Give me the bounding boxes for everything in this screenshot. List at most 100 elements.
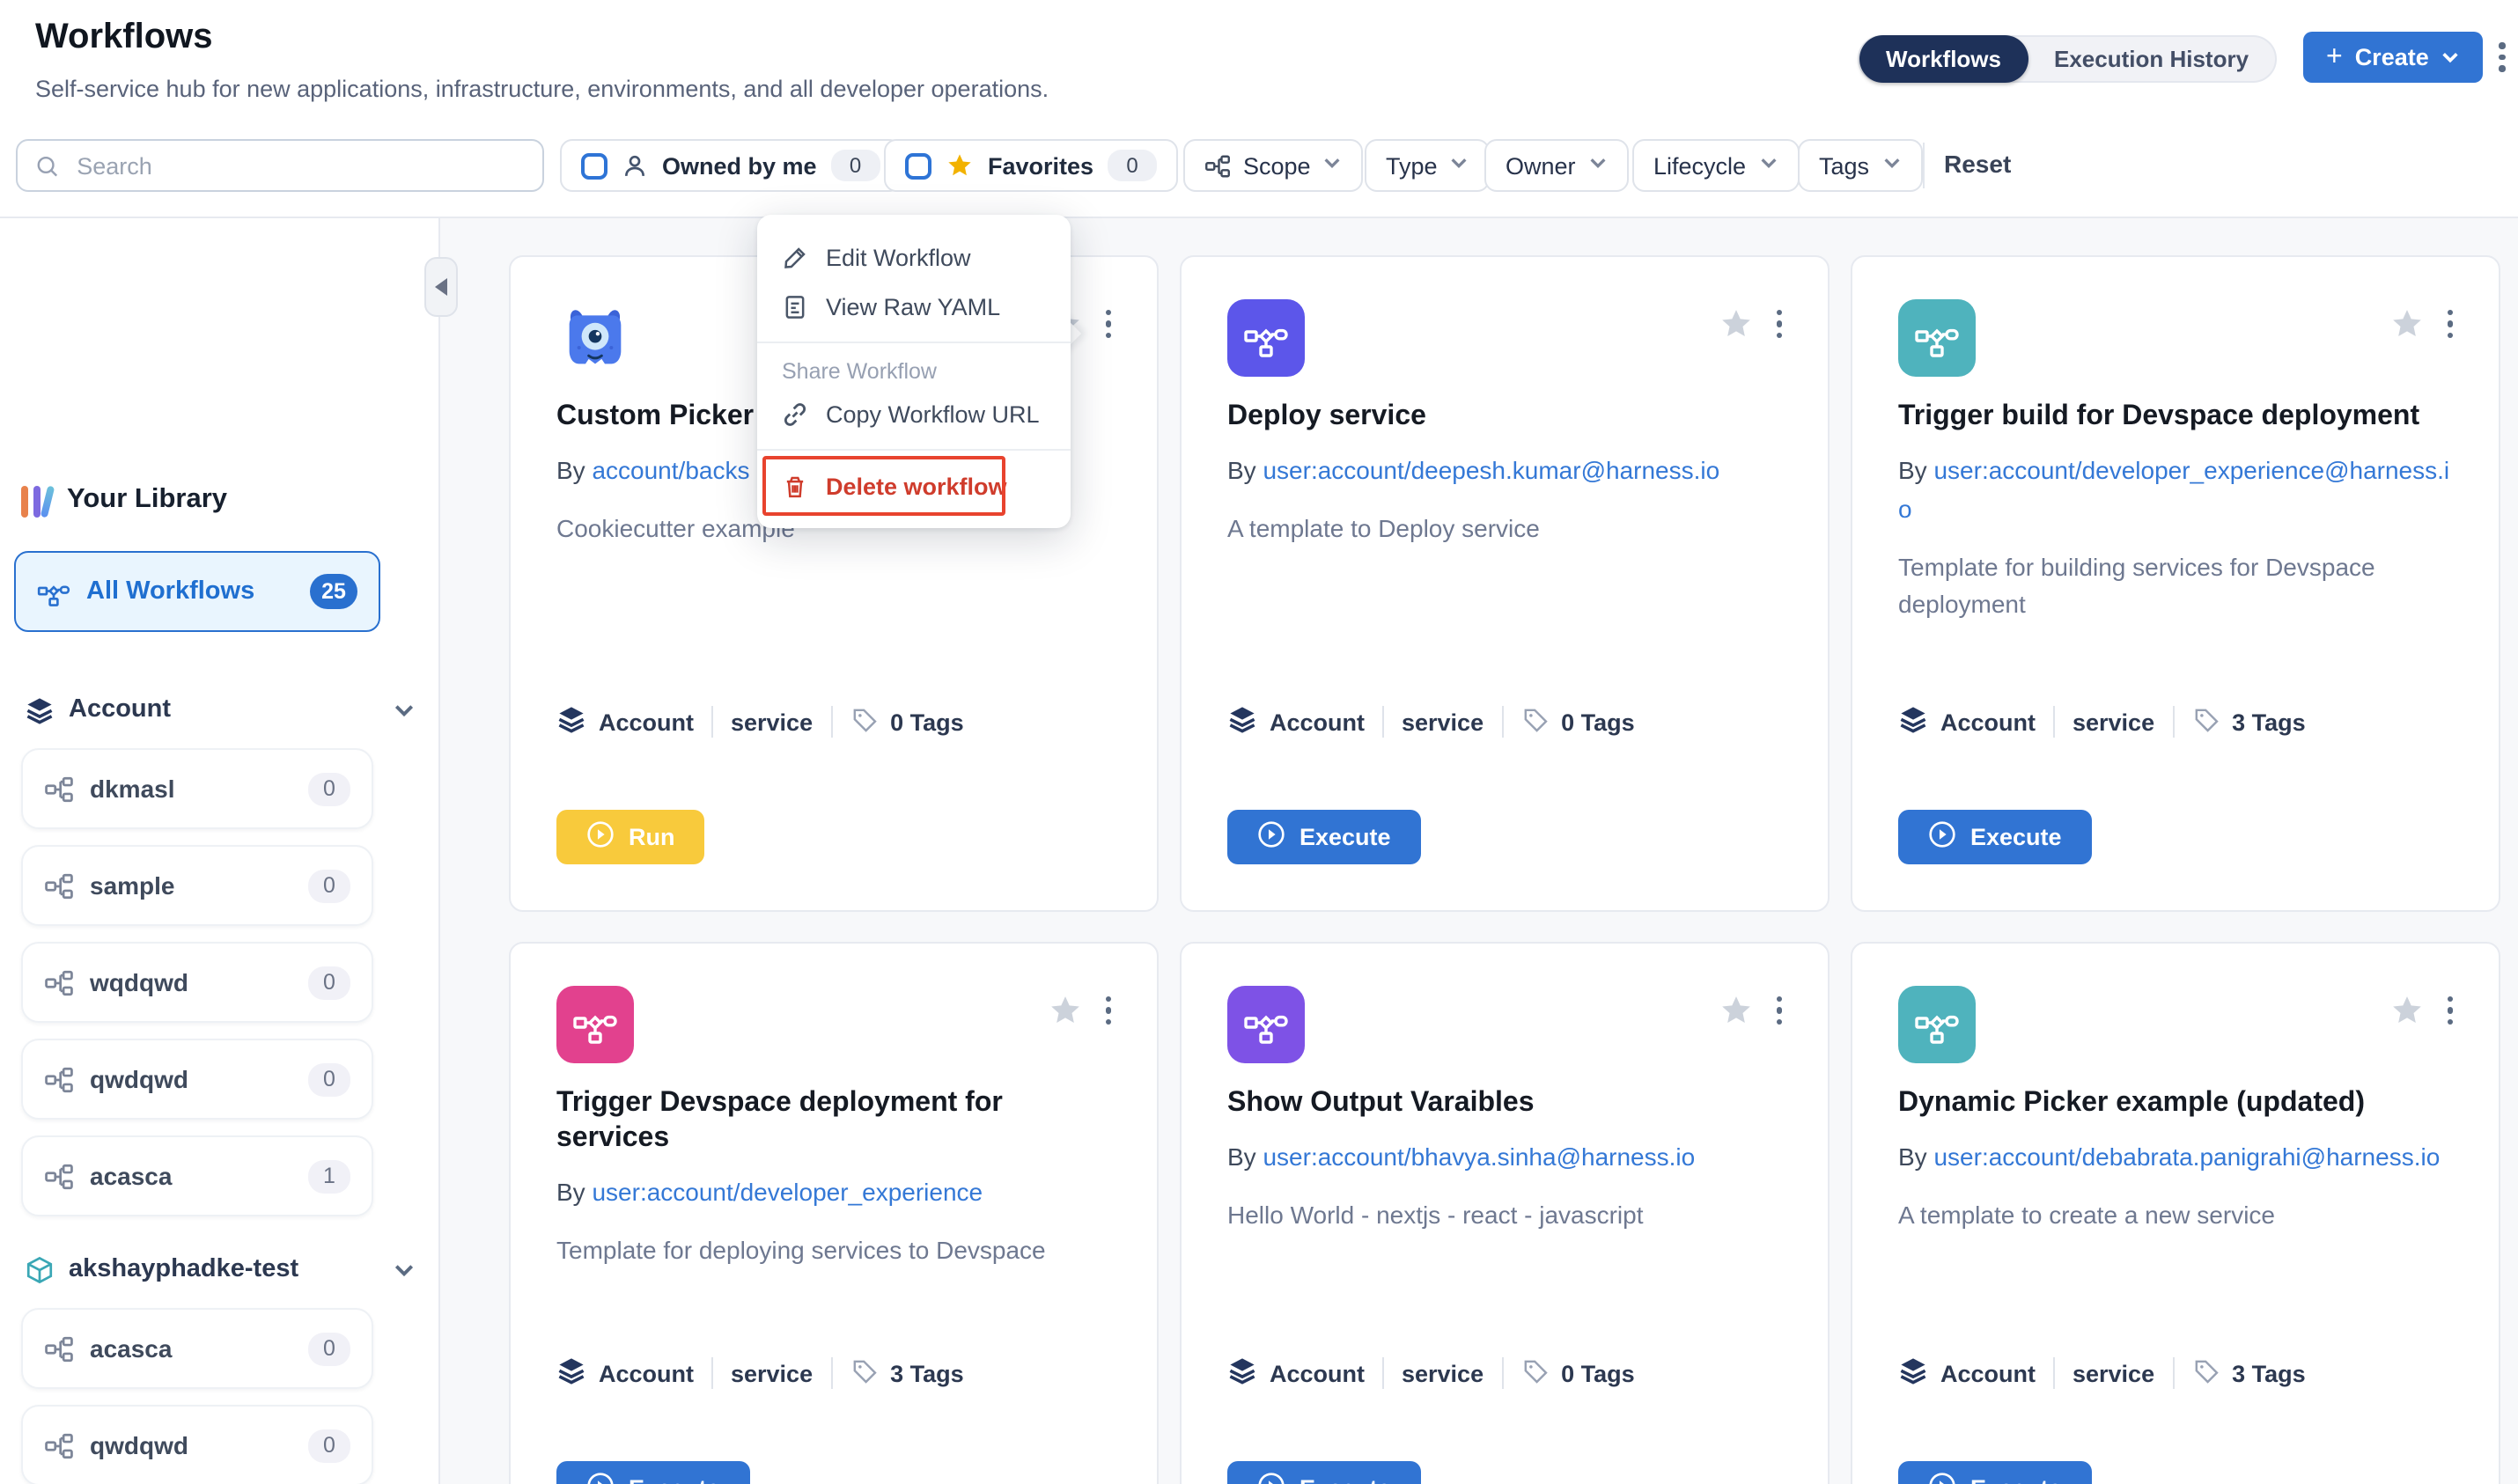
scope-dropdown[interactable]: Scope — [1183, 139, 1364, 192]
layers-icon — [556, 1355, 586, 1391]
hierarchy-icon — [44, 774, 74, 804]
owned-by-me-filter[interactable]: Owned by me 0 — [560, 139, 902, 192]
card-description: A template to Deploy service — [1227, 511, 1782, 547]
card-title: Trigger build for Devspace deployment — [1898, 400, 2453, 435]
hierarchy-icon — [44, 967, 74, 997]
card-description: Hello World - nextjs - react - javascrip… — [1227, 1197, 1782, 1234]
item-count-badge: 0 — [308, 1429, 350, 1462]
favorites-checkbox[interactable] — [905, 152, 931, 179]
sidebar-item-qwdqwd[interactable]: qwdqwd 0 — [21, 1039, 373, 1120]
chevron-down-icon — [1450, 150, 1469, 181]
card-menu-button[interactable] — [2447, 996, 2453, 1025]
header-kebab-menu[interactable] — [2499, 42, 2505, 71]
card-action-button[interactable]: Execute — [1898, 1461, 2092, 1484]
owner-dropdown[interactable]: Owner — [1484, 139, 1629, 192]
search-icon — [35, 152, 59, 179]
sidebar-item-all-workflows[interactable]: All Workflows 25 — [14, 551, 380, 632]
workflow-card[interactable]: Show Output Varaibles By user:account/bh… — [1180, 942, 1830, 1484]
type-dropdown[interactable]: Type — [1365, 139, 1491, 192]
sidebar-item-acasca[interactable]: acasca 1 — [21, 1135, 373, 1216]
all-workflows-count-badge: 25 — [310, 574, 357, 609]
favorite-star-icon[interactable] — [1047, 993, 1082, 1028]
card-tags: 3 Tags — [890, 1360, 964, 1386]
card-owner-line: By user:account/developer_experience — [556, 1172, 1111, 1211]
owner-link[interactable]: user:account/deepesh.kumar@harness.io — [1263, 456, 1719, 484]
tags-dropdown[interactable]: Tags — [1798, 139, 1922, 192]
play-icon — [1928, 1472, 1956, 1484]
card-menu-button[interactable] — [1776, 996, 1782, 1025]
card-action-button[interactable]: Execute — [1227, 1461, 1421, 1484]
tag-icon — [1520, 1356, 1549, 1390]
owner-link[interactable]: user:account/bhavya.sinha@harness.io — [1263, 1142, 1695, 1171]
page-title: Workflows — [35, 18, 213, 58]
sidebar-item-wqdqwd[interactable]: wqdqwd 0 — [21, 942, 373, 1023]
card-meta: Account service 3 Tags — [1898, 1355, 2453, 1391]
owner-link[interactable]: user:account/developer_experience — [592, 1178, 983, 1206]
card-action-button[interactable]: Execute — [1898, 810, 2092, 864]
share-workflow-label: Share Workflow — [757, 354, 1071, 389]
card-action-button[interactable]: Execute — [556, 1461, 750, 1484]
scope-icon — [1204, 152, 1231, 179]
card-tags: 0 Tags — [890, 709, 964, 735]
card-menu-button[interactable] — [1105, 310, 1111, 339]
card-meta: Account service 0 Tags — [1227, 704, 1782, 739]
group-icon — [25, 1254, 55, 1284]
sidebar-collapse-button[interactable] — [424, 257, 458, 317]
tab-workflows[interactable]: Workflows — [1859, 35, 2028, 83]
card-description: Template for deploying services to Devsp… — [556, 1232, 1111, 1269]
tag-icon — [1520, 705, 1549, 738]
search-input[interactable] — [73, 151, 525, 180]
reset-filters-button[interactable]: Reset — [1944, 150, 2011, 178]
workflow-card[interactable]: Trigger build for Devspace deployment By… — [1851, 255, 2500, 912]
sidebar-group-Account[interactable]: Account — [25, 690, 416, 729]
menu-item-edit-workflow[interactable]: Edit Workflow — [757, 232, 1071, 282]
card-menu-button[interactable] — [1776, 310, 1782, 339]
card-title: Trigger Devspace deployment for services — [556, 1086, 1111, 1157]
library-icon — [21, 482, 51, 518]
lifecycle-dropdown[interactable]: Lifecycle — [1632, 139, 1799, 192]
card-tags: 3 Tags — [2232, 1360, 2306, 1386]
search-box — [16, 139, 544, 192]
owner-link[interactable]: user:account/debabrata.panigrahi@harness… — [1933, 1142, 2440, 1171]
sidebar-item-qwdqwd[interactable]: qwdqwd 0 — [21, 1405, 373, 1484]
create-button[interactable]: + Create — [2303, 32, 2484, 83]
sidebar-item-acasca[interactable]: acasca 0 — [21, 1308, 373, 1389]
menu-item-delete-workflow[interactable]: Delete workflow — [757, 461, 1071, 511]
person-icon — [622, 152, 648, 179]
favorite-star-icon[interactable] — [2389, 993, 2424, 1028]
owner-link[interactable]: user:account/developer_experience@harnes… — [1898, 456, 2449, 523]
favorite-star-icon[interactable] — [1718, 993, 1753, 1028]
card-action-button[interactable]: Run — [556, 810, 705, 864]
card-action-button[interactable]: Execute — [1227, 810, 1421, 864]
sidebar-item-sample[interactable]: sample 0 — [21, 845, 373, 926]
favorites-filter[interactable]: Favorites 0 — [884, 139, 1178, 192]
library-header: Your Library — [21, 482, 227, 518]
chevron-down-icon — [1758, 150, 1778, 181]
chevron-down-icon — [1323, 150, 1343, 181]
menu-item-view-raw-yaml[interactable]: View Raw YAML — [757, 282, 1071, 331]
group-icon — [25, 694, 55, 724]
layers-icon — [556, 704, 586, 739]
card-meta: Account service 3 Tags — [1898, 704, 2453, 739]
workflows-page: Workflows Self-service hub for new appli… — [0, 0, 2518, 1484]
card-description: A template to create a new service — [1898, 1197, 2453, 1234]
favorite-star-icon[interactable] — [1718, 306, 1753, 342]
sidebar-item-dkmasl[interactable]: dkmasl 0 — [21, 748, 373, 829]
document-icon — [782, 293, 808, 320]
item-count-badge: 0 — [308, 869, 350, 902]
tag-icon — [850, 1356, 878, 1390]
owner-link[interactable]: account/backs — [592, 456, 749, 484]
card-meta: Account service 0 Tags — [1227, 1355, 1782, 1391]
card-menu-button[interactable] — [2447, 310, 2453, 339]
page-header: Workflows Self-service hub for new appli… — [0, 0, 2518, 218]
workflow-card[interactable]: Deploy service By user:account/deepesh.k… — [1180, 255, 1830, 912]
trash-icon — [782, 473, 808, 499]
menu-item-copy-workflow-url[interactable]: Copy Workflow URL — [757, 389, 1071, 438]
workflow-card[interactable]: Trigger Devspace deployment for services… — [509, 942, 1159, 1484]
workflow-card[interactable]: Dynamic Picker example (updated) By user… — [1851, 942, 2500, 1484]
sidebar-group-akshayphadke-test[interactable]: akshayphadke-test — [25, 1250, 416, 1289]
tab-execution-history[interactable]: Execution History — [2028, 35, 2275, 83]
card-menu-button[interactable] — [1105, 996, 1111, 1025]
owned-by-me-checkbox[interactable] — [581, 152, 607, 179]
favorite-star-icon[interactable] — [2389, 306, 2424, 342]
